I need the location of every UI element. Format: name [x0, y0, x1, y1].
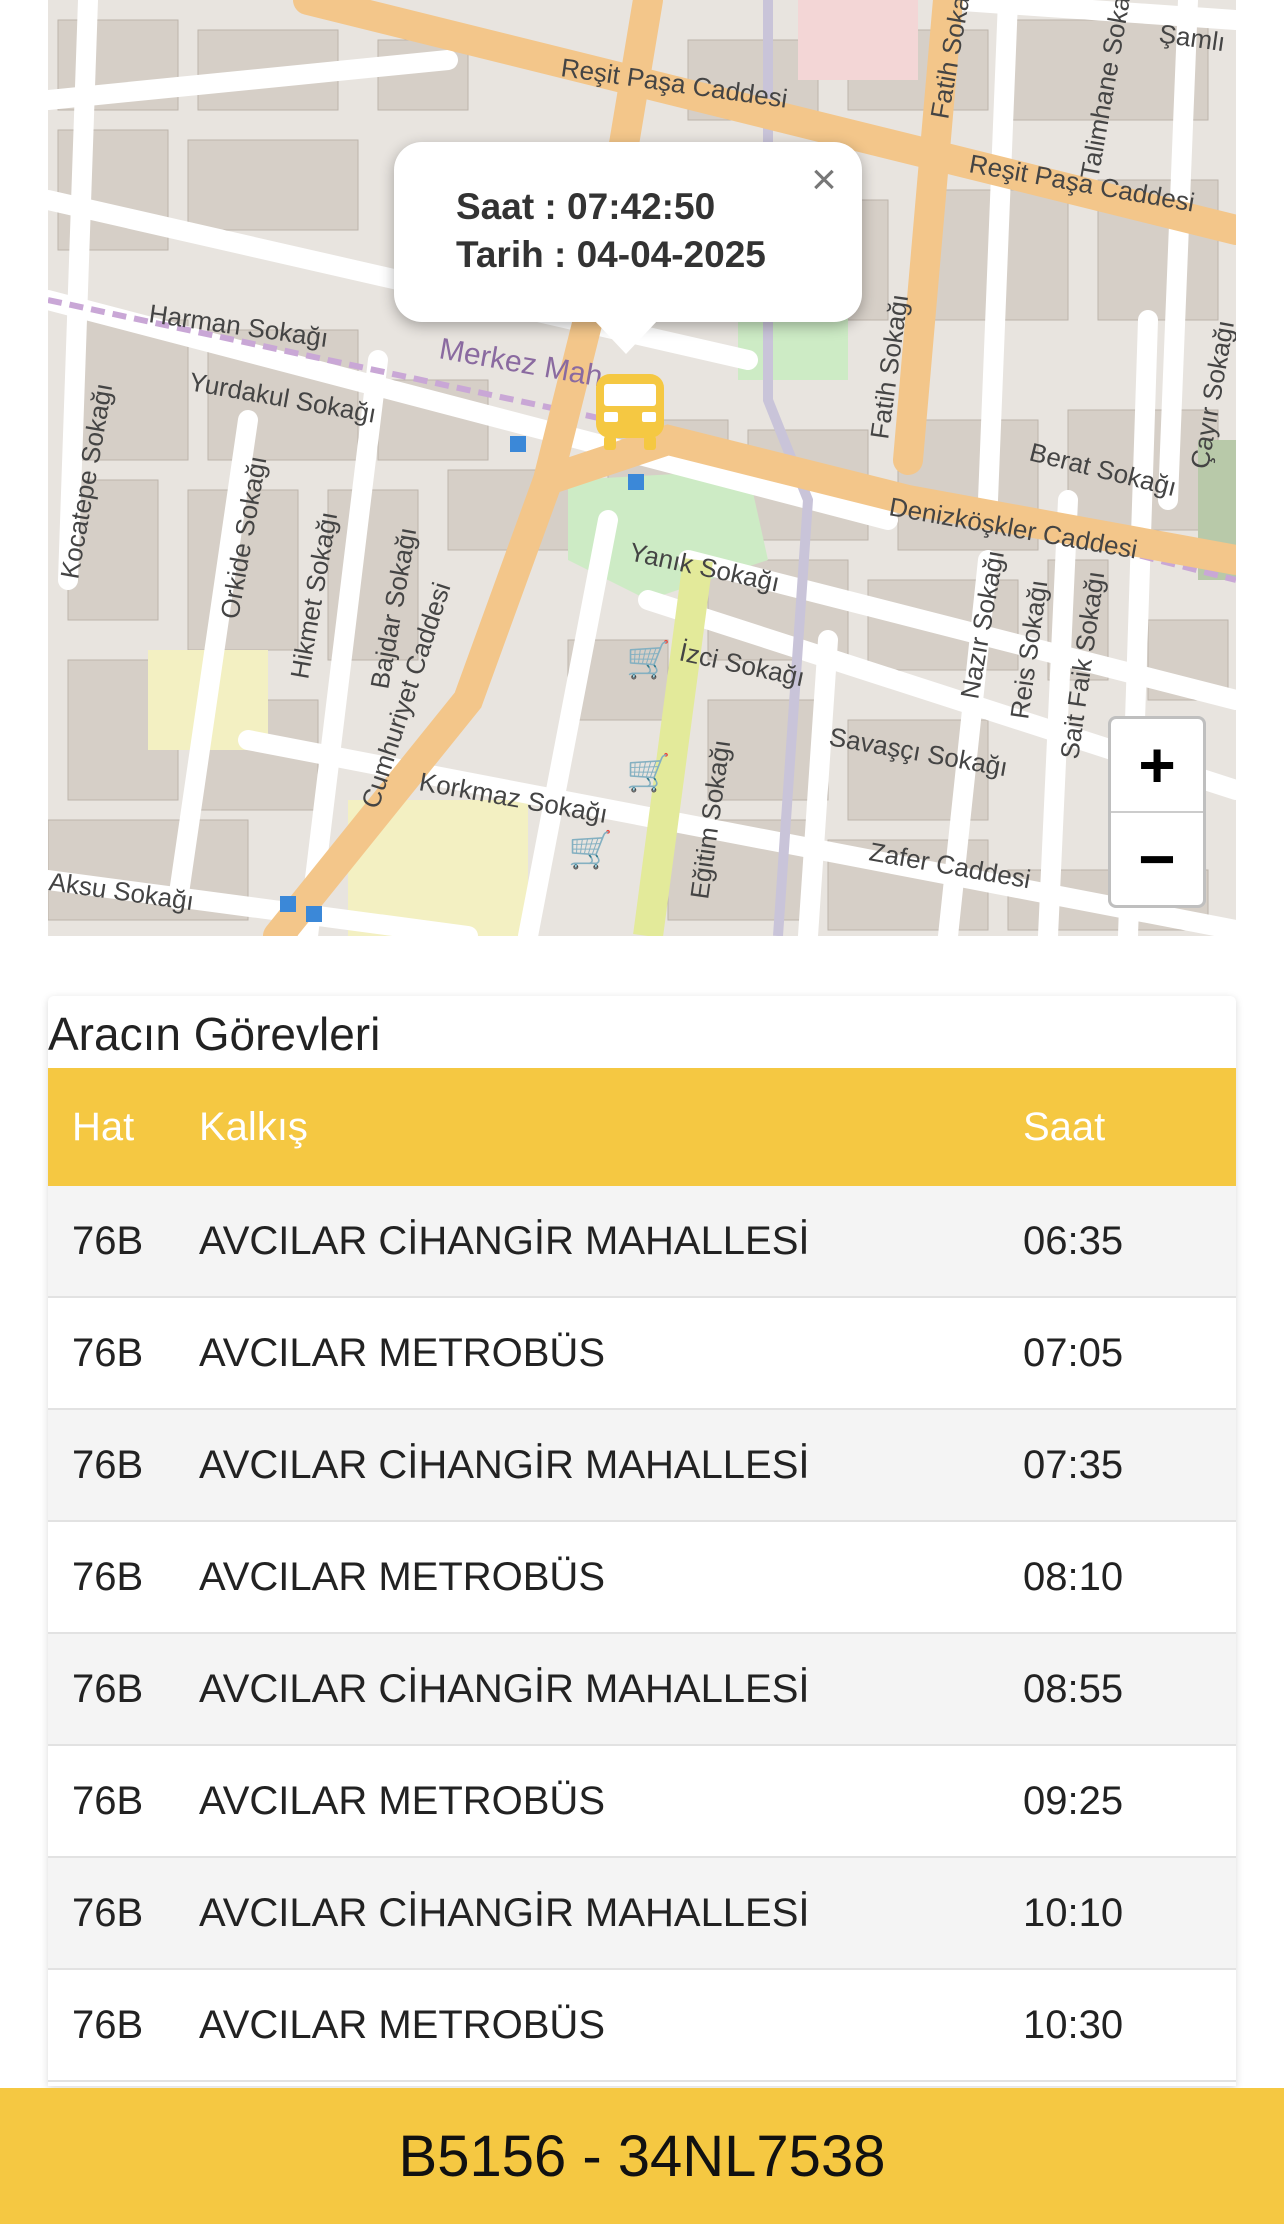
- cell-hat: 76B: [48, 1633, 198, 1746]
- table-row[interactable]: 76B AVCILAR CİHANGİR MAHALLESİ 07:35: [48, 1409, 1236, 1522]
- cell-hat: 76B: [48, 1409, 198, 1522]
- cell-saat: 06:35: [1022, 1186, 1236, 1298]
- cell-saat: 08:10: [1022, 1521, 1236, 1634]
- cell-kalkis: AVCILAR CİHANGİR MAHALLESİ: [198, 1633, 1022, 1746]
- cell-kalkis: AVCILAR METROBÜS: [198, 1297, 1022, 1410]
- bus-marker-icon[interactable]: [592, 372, 668, 454]
- tasks-panel: Aracın Görevleri Hat Kalkış Saat 76B AVCI…: [48, 996, 1236, 2086]
- cell-kalkis: AVCILAR METROBÜS: [198, 1969, 1022, 2082]
- close-icon[interactable]: ×: [804, 158, 844, 202]
- table-row[interactable]: 76B AVCILAR CİHANGİR MAHALLESİ 06:35: [48, 1186, 1236, 1298]
- column-header-saat: Saat: [1023, 1104, 1106, 1149]
- vehicle-id: B5156 - 34NL7538: [398, 2123, 886, 2189]
- cell-hat: 76B: [48, 1745, 198, 1858]
- cell-hat: 76B: [48, 1297, 198, 1410]
- cell-kalkis: AVCILAR METROBÜS: [198, 1745, 1022, 1858]
- zoom-control: + −: [1108, 716, 1206, 908]
- cell-saat: 08:55: [1022, 1633, 1236, 1746]
- cell-kalkis: AVCILAR CİHANGİR MAHALLESİ: [198, 1186, 1022, 1298]
- cell-hat: 76B: [48, 1857, 198, 1970]
- svg-text:🛒: 🛒: [626, 639, 671, 681]
- table-header: Hat Kalkış Saat: [48, 1068, 1236, 1186]
- cell-saat: 10:10: [1022, 1857, 1236, 1970]
- svg-text:🛒: 🛒: [568, 829, 613, 871]
- cell-saat: 07:35: [1022, 1409, 1236, 1522]
- tasks-title: Aracın Görevleri: [48, 1008, 381, 1060]
- tasks-table: Hat Kalkış Saat 76B AVCILAR CİHANGİR MAHA…: [48, 1068, 1236, 2082]
- table-row[interactable]: 76B AVCILAR METROBÜS 09:25: [48, 1745, 1236, 1858]
- zoom-in-button[interactable]: +: [1111, 719, 1203, 813]
- table-row[interactable]: 76B AVCILAR METROBÜS 10:30: [48, 1969, 1236, 2082]
- zoom-out-button[interactable]: −: [1111, 813, 1203, 905]
- svg-text:🛒: 🛒: [626, 752, 671, 794]
- cell-saat: 07:05: [1022, 1297, 1236, 1410]
- cell-kalkis: AVCILAR CİHANGİR MAHALLESİ: [198, 1857, 1022, 1970]
- table-row[interactable]: 76B AVCILAR CİHANGİR MAHALLESİ 10:10: [48, 1857, 1236, 1970]
- popup-date: Tarih : 04-04-2025: [456, 234, 766, 275]
- cell-saat: 09:25: [1022, 1745, 1236, 1858]
- cell-kalkis: AVCILAR CİHANGİR MAHALLESİ: [198, 1409, 1022, 1522]
- cell-hat: 76B: [48, 1521, 198, 1634]
- location-popup: Saat : 07:42:50 Tarih : 04-04-2025 ×: [394, 142, 862, 354]
- table-row[interactable]: 76B AVCILAR METROBÜS 07:05: [48, 1297, 1236, 1410]
- cell-hat: 76B: [48, 1969, 198, 2082]
- column-header-hat: Hat: [72, 1104, 135, 1149]
- column-header-kalkis: Kalkış: [199, 1104, 308, 1149]
- map-tiles: 🛒 🛒 🛒 Reşit Paşa Caddesi Reşit Paşa Cadd…: [48, 0, 1236, 936]
- cell-kalkis: AVCILAR METROBÜS: [198, 1521, 1022, 1634]
- table-row[interactable]: 76B AVCILAR METROBÜS 08:10: [48, 1521, 1236, 1634]
- map-view[interactable]: 🛒 🛒 🛒 Reşit Paşa Caddesi Reşit Paşa Cadd…: [48, 0, 1236, 936]
- popup-time: Saat : 07:42:50: [456, 186, 716, 227]
- cell-saat: 10:30: [1022, 1969, 1236, 2082]
- vehicle-footer: B5156 - 34NL7538: [0, 2088, 1284, 2224]
- table-row[interactable]: 76B AVCILAR CİHANGİR MAHALLESİ 08:55: [48, 1633, 1236, 1746]
- cell-hat: 76B: [48, 1186, 198, 1298]
